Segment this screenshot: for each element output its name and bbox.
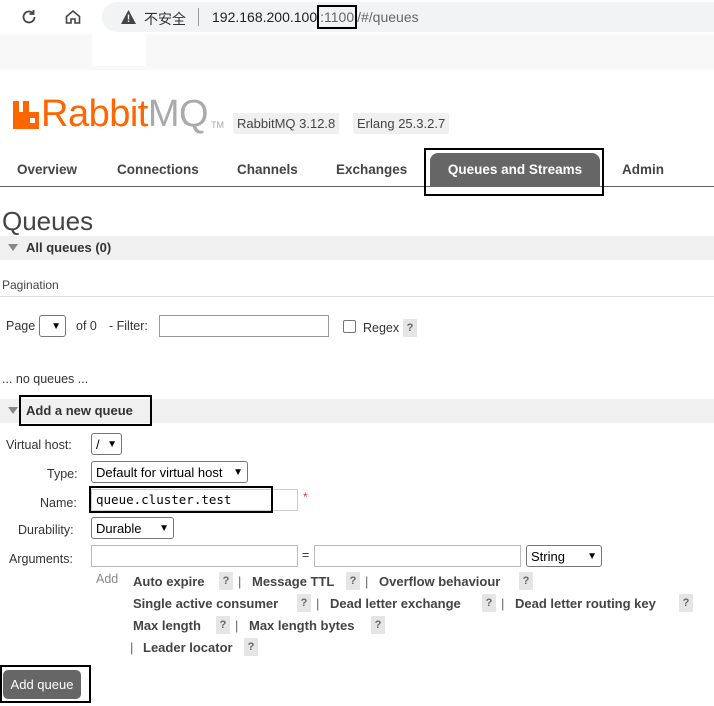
- argument-type-value: String: [531, 548, 565, 564]
- page-select[interactable]: ▼: [39, 315, 66, 337]
- collapse-triangle-icon[interactable]: [8, 407, 18, 414]
- warning-icon[interactable]: [120, 9, 137, 28]
- chevron-down-icon: ▼: [51, 320, 61, 332]
- add-queue-title[interactable]: Add a new queue: [26, 403, 133, 418]
- help-icon[interactable]: ?: [519, 572, 533, 590]
- help-icon[interactable]: ?: [244, 638, 258, 656]
- chevron-down-icon: ▼: [233, 466, 243, 478]
- pipe-divider: |: [316, 596, 320, 611]
- url-port: :1100: [317, 5, 358, 29]
- durability-select[interactable]: Durable ▼: [91, 517, 174, 539]
- help-icon[interactable]: ?: [482, 594, 496, 612]
- name-label: Name:: [40, 496, 77, 510]
- of-pages-label: of 0: [76, 319, 97, 333]
- help-icon[interactable]: ?: [219, 572, 233, 590]
- arg-leader-locator[interactable]: Leader locator: [143, 640, 233, 655]
- help-icon[interactable]: ?: [346, 572, 360, 590]
- tab-exchanges[interactable]: Exchanges: [336, 162, 407, 177]
- type-value: Default for virtual host: [96, 464, 223, 480]
- pagination-divider: [0, 296, 714, 297]
- arg-auto-expire[interactable]: Auto expire: [133, 574, 205, 589]
- no-queues-text: ... no queues ...: [2, 372, 89, 386]
- arg-max-length-bytes[interactable]: Max length bytes: [249, 618, 354, 633]
- regex-checkbox[interactable]: [343, 320, 356, 333]
- arg-single-active-consumer[interactable]: Single active consumer: [133, 596, 278, 611]
- tab-channels[interactable]: Channels: [237, 162, 298, 177]
- vhost-value: /: [96, 436, 100, 452]
- help-icon[interactable]: ?: [297, 594, 311, 612]
- rabbitmq-version: RabbitMQ 3.12.8: [233, 113, 340, 134]
- pipe-divider: |: [501, 596, 505, 611]
- page-label: Page: [6, 319, 36, 333]
- vhost-select[interactable]: / ▼: [91, 433, 122, 455]
- rabbit-icon: [13, 101, 39, 129]
- arg-dead-letter-exchange[interactable]: Dead letter exchange: [330, 596, 461, 611]
- regex-label: Regex: [363, 321, 400, 335]
- arg-message-ttl[interactable]: Message TTL: [252, 574, 334, 589]
- pipe-divider: |: [365, 574, 369, 589]
- tab-connections[interactable]: Connections: [117, 162, 199, 177]
- logo-mq-text: MQ: [147, 93, 209, 135]
- required-mark: *: [303, 490, 308, 504]
- url-text[interactable]: 192.168.200.100:1100/#/queues: [212, 5, 419, 29]
- tab-overview[interactable]: Overview: [17, 162, 77, 177]
- chevron-down-icon: ▼: [159, 522, 169, 534]
- help-icon[interactable]: ?: [216, 616, 230, 634]
- chevron-down-icon: ▼: [107, 438, 117, 450]
- erlang-version: Erlang 25.3.2.7: [353, 113, 450, 134]
- add-label: Add: [96, 572, 119, 586]
- filter-input[interactable]: [159, 315, 329, 337]
- arg-overflow-behaviour[interactable]: Overflow behaviour: [379, 574, 500, 589]
- argument-key-input[interactable]: [91, 545, 298, 567]
- url-path: /#/queues: [357, 9, 419, 25]
- regex-help-icon[interactable]: ?: [403, 319, 417, 337]
- filter-label: - Filter:: [109, 319, 148, 333]
- durability-label: Durability:: [18, 523, 74, 537]
- argument-type-select[interactable]: String ▼: [526, 545, 602, 567]
- arguments-label: Arguments:: [9, 552, 73, 566]
- pipe-divider: |: [130, 640, 134, 655]
- collapse-triangle-icon[interactable]: [8, 244, 18, 251]
- page-title: Queues: [2, 206, 94, 236]
- equals-sign: =: [302, 548, 310, 562]
- tabs-divider: [0, 186, 714, 187]
- pagination-title: Pagination: [2, 278, 59, 292]
- vhost-label: Virtual host:: [6, 438, 72, 452]
- help-icon[interactable]: ?: [371, 616, 385, 634]
- url-host: 192.168.200.100: [212, 9, 318, 25]
- redaction-box: [92, 34, 146, 66]
- all-queues-title[interactable]: All queues (0): [26, 240, 111, 255]
- reload-icon[interactable]: [16, 4, 42, 30]
- durability-value: Durable: [96, 520, 142, 536]
- pipe-divider: |: [235, 618, 239, 633]
- tab-admin[interactable]: Admin: [622, 162, 664, 177]
- logo-rabbit-text: Rabbit: [41, 93, 148, 135]
- highlight-box: [424, 148, 604, 196]
- arg-dead-letter-routing-key[interactable]: Dead letter routing key: [515, 596, 656, 611]
- type-label: Type:: [47, 467, 78, 481]
- help-icon[interactable]: ?: [679, 594, 693, 612]
- rabbitmq-logo[interactable]: RabbitMQ TM: [12, 93, 225, 135]
- type-select[interactable]: Default for virtual host ▼: [91, 461, 248, 483]
- insecure-label: 不安全: [144, 12, 186, 28]
- pipe-divider: |: [238, 574, 242, 589]
- home-icon[interactable]: [60, 4, 86, 30]
- argument-value-input[interactable]: [314, 545, 521, 567]
- name-input[interactable]: queue.cluster.test: [96, 492, 231, 507]
- arg-max-length[interactable]: Max length: [133, 618, 201, 633]
- address-separator: [198, 8, 199, 26]
- add-queue-button[interactable]: Add queue: [3, 670, 81, 699]
- chevron-down-icon: ▼: [587, 550, 597, 562]
- logo-tm: TM: [211, 120, 225, 130]
